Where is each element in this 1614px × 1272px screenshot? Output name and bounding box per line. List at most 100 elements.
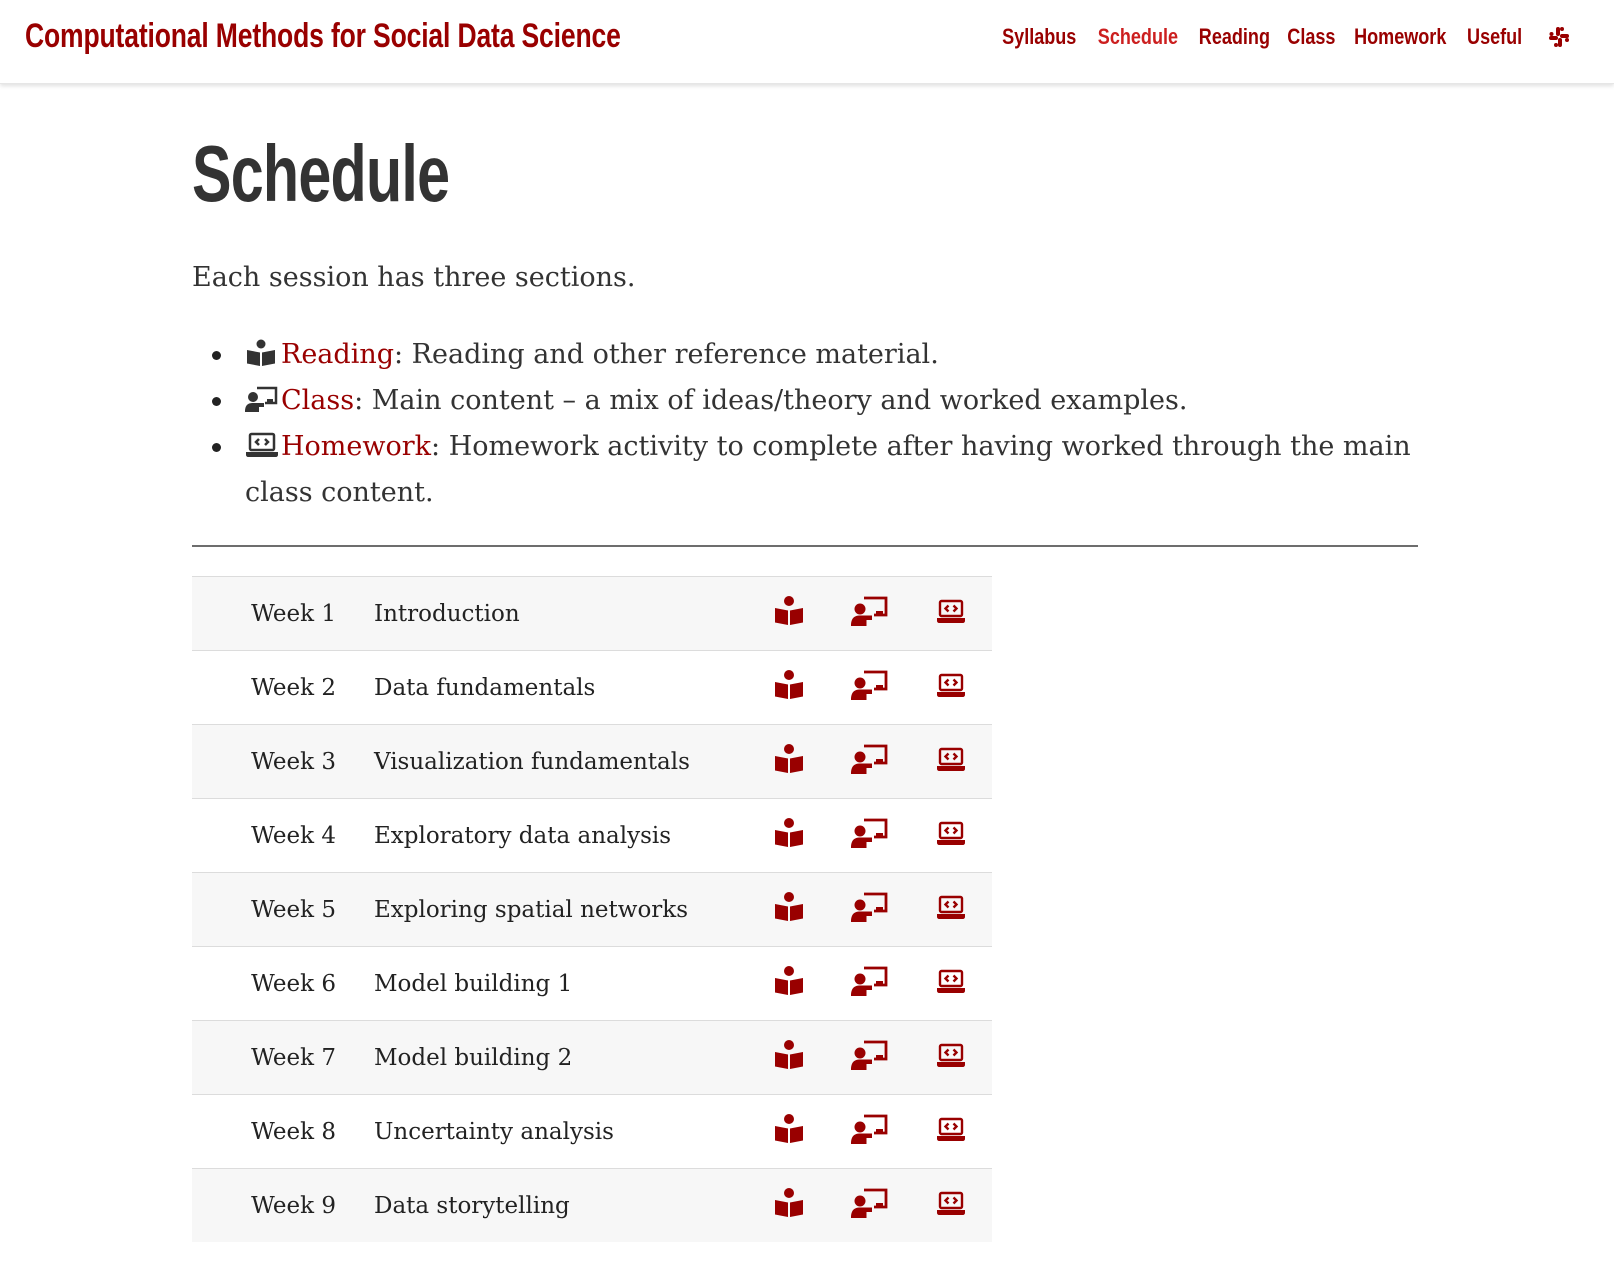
week-topic: Exploring spatial networks <box>374 896 689 923</box>
week-topic: Data storytelling <box>374 1192 570 1219</box>
slack-icon[interactable] <box>1548 26 1570 48</box>
reading-cell <box>749 725 830 799</box>
class-description: : Main content – a mix of ideas/theory a… <box>354 385 1188 416</box>
list-item-class: Class: Main content – a mix of ideas/the… <box>212 378 1418 424</box>
homework-cell <box>911 577 992 651</box>
laptop-code-icon[interactable] <box>936 1190 966 1222</box>
class-cell <box>830 947 911 1021</box>
laptop-code-icon <box>245 428 278 457</box>
laptop-code-icon[interactable] <box>936 672 966 704</box>
week-topic: Exploratory data analysis <box>374 822 672 849</box>
week-label: Week 7 <box>251 1044 336 1071</box>
reading-cell <box>749 651 830 725</box>
laptop-code-icon[interactable] <box>936 894 966 926</box>
chalkboard-teacher-icon[interactable] <box>851 669 889 707</box>
week-label: Week 2 <box>251 674 336 701</box>
chalkboard-teacher-icon[interactable] <box>851 1187 889 1225</box>
class-cell <box>830 651 911 725</box>
book-reader-icon[interactable] <box>773 1039 805 1076</box>
page-title: Schedule <box>192 129 450 218</box>
chalkboard-teacher-icon[interactable] <box>851 965 889 1003</box>
chalkboard-teacher-icon <box>245 382 278 412</box>
class-cell <box>830 577 911 651</box>
site-title-link[interactable]: Computational Methods for Social Data Sc… <box>25 14 621 58</box>
homework-cell <box>911 1021 992 1095</box>
week-topic: Visualization fundamentals <box>374 748 690 775</box>
week-topic: Introduction <box>374 600 520 627</box>
reading-cell <box>749 1021 830 1095</box>
class-cell <box>830 1169 911 1243</box>
list-item-reading: Reading: Reading and other reference mat… <box>212 332 1418 378</box>
homework-cell <box>911 1095 992 1169</box>
reading-description: : Reading and other reference material. <box>394 339 939 370</box>
table-row: Week 7 Model building 2 <box>192 1020 992 1095</box>
reading-cell <box>749 799 830 873</box>
book-reader-icon[interactable] <box>773 595 805 632</box>
class-cell <box>830 873 911 947</box>
nav-link-schedule[interactable]: Schedule <box>1098 24 1178 50</box>
week-topic: Model building 2 <box>374 1044 573 1071</box>
book-reader-icon[interactable] <box>773 1187 805 1224</box>
table-row: Week 6 Model building 1 <box>192 946 992 1021</box>
laptop-code-icon[interactable] <box>936 820 966 852</box>
chalkboard-teacher-icon[interactable] <box>851 743 889 781</box>
laptop-code-icon[interactable] <box>936 598 966 630</box>
laptop-code-icon[interactable] <box>936 1042 966 1074</box>
nav-link-class[interactable]: Class <box>1287 24 1335 50</box>
section-divider <box>192 545 1418 547</box>
chalkboard-teacher-icon[interactable] <box>851 891 889 929</box>
nav-link-reading[interactable]: Reading <box>1199 24 1270 50</box>
week-label: Week 3 <box>251 748 336 775</box>
homework-cell <box>911 651 992 725</box>
chalkboard-teacher-icon[interactable] <box>851 595 889 633</box>
reading-cell <box>749 577 830 651</box>
class-cell <box>830 1021 911 1095</box>
week-label: Week 4 <box>251 822 336 849</box>
table-row: Week 3 Visualization fundamentals <box>192 724 992 799</box>
table-row: Week 2 Data fundamentals <box>192 650 992 725</box>
nav-link-homework[interactable]: Homework <box>1354 24 1446 50</box>
list-item-homework: Homework: Homework activity to complete … <box>212 424 1418 516</box>
homework-cell <box>911 799 992 873</box>
main-content: Schedule Each session has three sections… <box>192 110 1418 1243</box>
book-reader-icon[interactable] <box>773 965 805 1002</box>
book-reader-icon[interactable] <box>773 669 805 706</box>
week-topic: Uncertainty analysis <box>374 1118 614 1145</box>
laptop-code-icon[interactable] <box>936 968 966 1000</box>
class-cell <box>830 799 911 873</box>
homework-cell <box>911 873 992 947</box>
book-reader-icon[interactable] <box>773 817 805 854</box>
reading-cell <box>749 1095 830 1169</box>
laptop-code-icon[interactable] <box>936 1116 966 1148</box>
book-reader-icon[interactable] <box>773 743 805 780</box>
homework-cell <box>911 947 992 1021</box>
nav-links: Syllabus Schedule Reading Class Homework… <box>990 22 1570 52</box>
chalkboard-teacher-icon[interactable] <box>851 1039 889 1077</box>
nav-link-syllabus[interactable]: Syllabus <box>1003 24 1077 50</box>
reading-link[interactable]: Reading <box>281 339 394 370</box>
chalkboard-teacher-icon[interactable] <box>851 1113 889 1151</box>
book-reader-icon[interactable] <box>773 891 805 928</box>
navbar: Computational Methods for Social Data Sc… <box>0 0 1614 84</box>
class-cell <box>830 1095 911 1169</box>
week-label: Week 6 <box>251 970 336 997</box>
table-row: Week 5 Exploring spatial networks <box>192 872 992 947</box>
reading-cell <box>749 873 830 947</box>
homework-link[interactable]: Homework <box>281 431 431 462</box>
reading-cell <box>749 947 830 1021</box>
intro-text: Each session has three sections. <box>192 262 636 293</box>
class-link[interactable]: Class <box>281 385 354 416</box>
week-label: Week 5 <box>251 896 336 923</box>
table-row: Week 4 Exploratory data analysis <box>192 798 992 873</box>
week-topic: Data fundamentals <box>374 674 596 701</box>
laptop-code-icon[interactable] <box>936 746 966 778</box>
chalkboard-teacher-icon[interactable] <box>851 817 889 855</box>
schedule-table-body: Week 1 Introduction Week 2 Data fundamental… <box>192 576 992 1243</box>
book-reader-icon <box>245 336 277 366</box>
nav-link-useful[interactable]: Useful <box>1467 24 1522 50</box>
sections-list: Reading: Reading and other reference mat… <box>192 332 1418 516</box>
week-topic: Model building 1 <box>374 970 573 997</box>
table-row: Week 8 Uncertainty analysis <box>192 1094 992 1169</box>
book-reader-icon[interactable] <box>773 1113 805 1150</box>
schedule-table: Week 1 Introduction Week 2 Data fundamental… <box>192 576 992 1243</box>
